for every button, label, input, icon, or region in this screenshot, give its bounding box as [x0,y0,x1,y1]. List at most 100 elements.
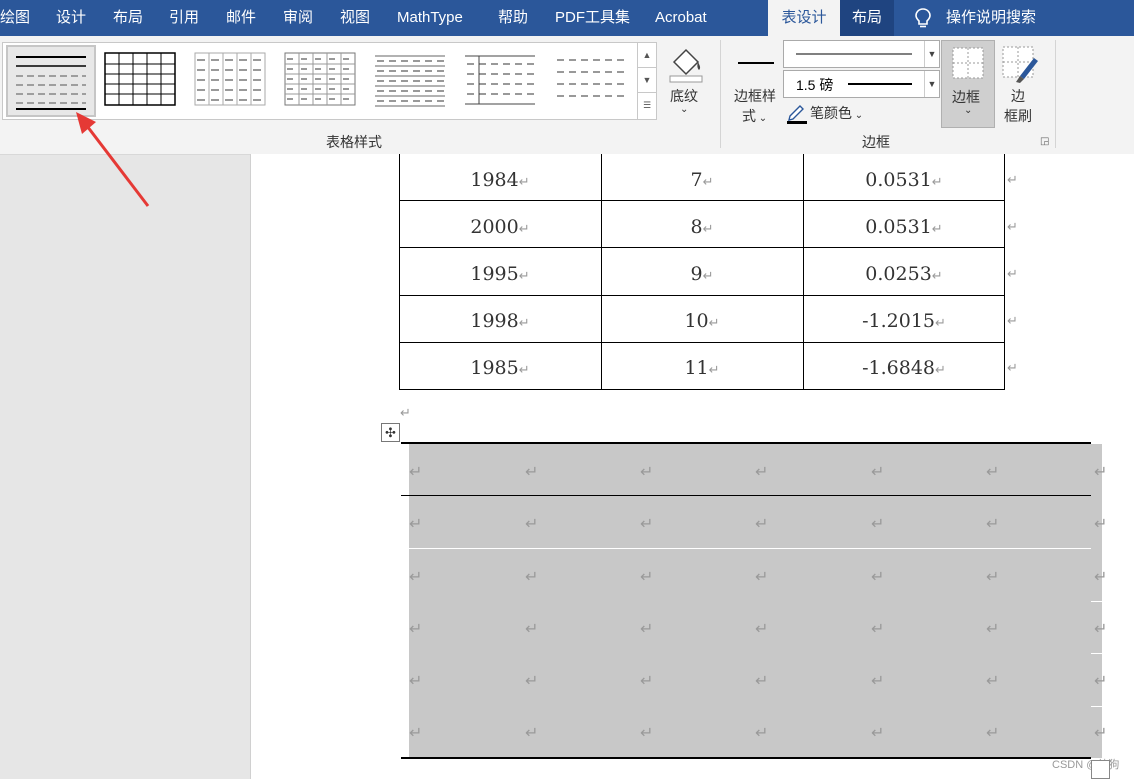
tab-pdf-tools[interactable]: PDF工具集 [555,0,630,36]
pen-color-icon[interactable] [786,102,808,124]
table-border [399,247,1005,248]
border-styles-label-2[interactable]: 式 ⌄ [742,106,767,126]
table-border [399,200,1005,201]
tab-review[interactable]: 审阅 [283,0,313,36]
borders-group-label: 边框 [862,134,890,150]
cell-paragraph-mark: ↵ [640,619,654,638]
tab-acrobat[interactable]: Acrobat [655,0,707,36]
cell-paragraph-mark: ↵ [871,671,885,690]
table-cell[interactable]: 9↵ [601,248,803,295]
tab-draw[interactable]: 绘图 [0,0,30,36]
table-cell[interactable]: 8↵ [601,201,803,248]
cell-paragraph-mark: ↵ [986,514,1000,533]
table-row-divider [1091,601,1102,602]
cell-paragraph-mark: ↵ [986,462,1000,481]
border-style-icon[interactable] [738,60,774,66]
border-painter-label-2[interactable]: 框刷 [1004,106,1032,126]
table-cell[interactable]: 0.0253↵ [803,248,1005,295]
cell-paragraph-mark: ↵ [409,671,423,690]
tab-table-design[interactable]: 表设计 [768,0,840,36]
cell-paragraph-mark: ↵ [871,723,885,742]
table-border [399,389,1005,390]
table-row: 1985↵ 11↵ -1.6848↵ [399,342,1005,389]
table-cell[interactable]: 0.0531↵ [803,154,1005,201]
borders-dropdown-icon: ⌄ [964,105,973,116]
table-style-plain-selected[interactable] [6,45,96,117]
tab-table-layout[interactable]: 布局 [840,0,894,36]
cell-paragraph-mark: ↵ [755,619,769,638]
table-row-divider [1091,653,1102,654]
table-cell[interactable]: 0.0531↵ [803,201,1005,248]
table-style-plain-dashed[interactable] [551,48,631,114]
row-end-mark: ↵ [1007,314,1018,329]
table-row: 1995↵ 9↵ 0.0253↵ [399,248,1005,295]
tab-layout[interactable]: 布局 [113,0,143,36]
shading-bucket-icon[interactable] [666,44,706,84]
cell-paragraph-mark: ↵ [409,567,423,586]
tab-design[interactable]: 设计 [56,0,86,36]
table-cell[interactable]: -1.2015↵ [803,295,1005,342]
cell-paragraph-mark: ↵ [1094,723,1108,742]
ribbon-tab-bar: 绘图 设计 布局 引用 邮件 审阅 视图 MathType 帮助 PDF工具集 … [0,0,1134,36]
table-move-handle[interactable]: ✣ [381,423,400,442]
line-style-dropdown[interactable]: ▼ [783,40,940,68]
line-weight-dropdown[interactable]: 1.5 磅 ▼ [783,70,940,98]
cell-paragraph-mark: ↵ [525,619,539,638]
tab-references[interactable]: 引用 [169,0,199,36]
cell-paragraph-mark: ↵ [1094,671,1108,690]
pen-color-label[interactable]: 笔颜色 ⌄ [810,103,863,123]
row-end-mark: ↵ [1007,267,1018,282]
table-row-divider [1091,706,1102,707]
table-cell[interactable]: 10↵ [601,295,803,342]
cell-paragraph-mark: ↵ [986,723,1000,742]
table-cell[interactable]: 1985↵ [399,342,601,389]
table-cell[interactable]: 1998↵ [399,295,601,342]
cell-paragraph-mark: ↵ [640,514,654,533]
shading-label[interactable]: 底纹 [670,86,698,106]
table-style-medium-grid[interactable] [281,48,361,114]
borders-button[interactable]: 边框 ⌄ [941,40,995,128]
selected-empty-table[interactable] [409,444,1102,758]
gallery-more[interactable]: ☰ [637,92,657,120]
table-top-border [401,442,1091,444]
cell-paragraph-mark: ↵ [640,671,654,690]
cell-paragraph-mark: ↵ [986,567,1000,586]
table-style-column-lines[interactable] [461,48,541,114]
tab-help[interactable]: 帮助 [498,0,528,36]
borders-dialog-launcher[interactable]: ◲ [1040,136,1049,147]
table-cell[interactable]: 2000↵ [399,201,601,248]
tab-view[interactable]: 视图 [340,0,370,36]
shading-dropdown[interactable]: ⌄ [680,104,688,115]
border-styles-label[interactable]: 边框样 [734,86,776,106]
table-header-border [401,495,1091,496]
cell-paragraph-mark: ↵ [525,514,539,533]
table-style-light-grid[interactable] [191,48,271,114]
table-border [399,342,1005,343]
table-style-lines[interactable] [371,48,451,114]
table-style-grid[interactable] [101,48,181,114]
table-resize-handle[interactable] [1091,760,1110,779]
table-cell[interactable]: 1984↵ [399,154,601,201]
gallery-scroll-up[interactable]: ▲ [637,42,657,68]
tab-mathtype[interactable]: MathType [397,0,463,36]
table-styles-group-label: 表格样式 [326,134,382,150]
cell-paragraph-mark: ↵ [755,671,769,690]
table-cell[interactable]: -1.6848↵ [803,342,1005,389]
border-painter-icon[interactable] [1002,46,1040,84]
cell-paragraph-mark: ↵ [755,462,769,481]
table-cell[interactable]: 11↵ [601,342,803,389]
cell-paragraph-mark: ↵ [1094,619,1108,638]
gallery-scroll-down[interactable]: ▼ [637,67,657,93]
annotation-arrow [76,112,150,207]
cell-paragraph-mark: ↵ [871,619,885,638]
lightbulb-icon[interactable] [912,7,934,29]
cell-paragraph-mark: ↵ [640,462,654,481]
border-painter-label[interactable]: 边 [1011,86,1025,106]
cell-paragraph-mark: ↵ [409,514,423,533]
table-cell[interactable]: 1995↵ [399,248,601,295]
table-cell[interactable]: 7↵ [601,154,803,201]
tab-mailings[interactable]: 邮件 [226,0,256,36]
table-row: 2000↵ 8↵ 0.0531↵ [399,201,1005,248]
tell-me-search[interactable]: 操作说明搜索 [946,0,1036,36]
group-separator-2 [1055,40,1056,148]
